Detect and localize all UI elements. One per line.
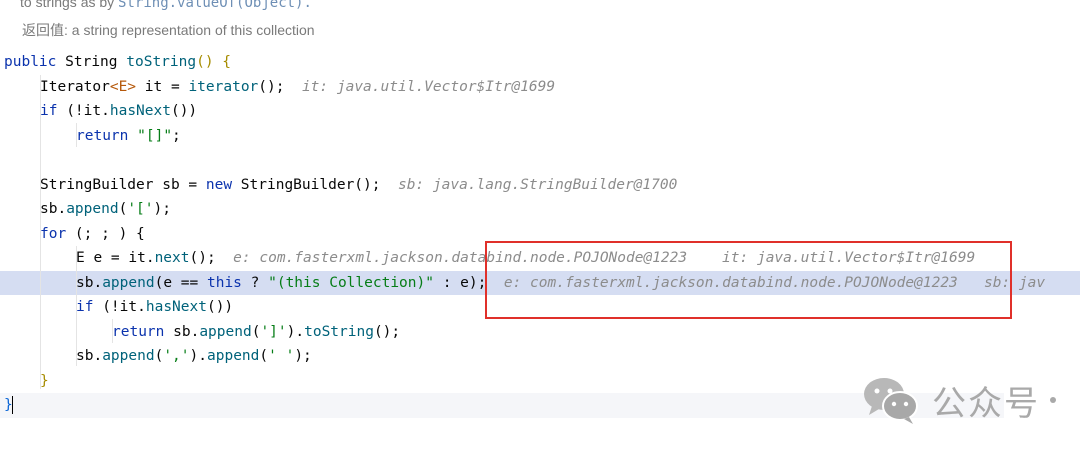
code-token: ()) xyxy=(170,103,198,119)
code-token: (; ; ) { xyxy=(66,225,145,242)
code-token: ? xyxy=(241,274,269,291)
kw-return: return xyxy=(76,127,129,144)
kw-this: this xyxy=(206,274,242,291)
code-token: sb. xyxy=(76,348,103,364)
code-line[interactable]: } xyxy=(0,393,1004,418)
highlight-annotation-box xyxy=(485,241,1012,319)
code-token: (); xyxy=(373,323,401,340)
code-token: (e == xyxy=(154,274,207,291)
code-token: E e = it. xyxy=(76,250,155,266)
code-token: (); xyxy=(354,176,381,193)
code-token: (!it. xyxy=(57,103,110,119)
code-token: (); xyxy=(258,78,285,95)
code-line[interactable]: return "[]"; xyxy=(0,124,1080,149)
kw-public: public xyxy=(4,54,57,70)
char-literal: '[' xyxy=(127,201,154,217)
code-token: ); xyxy=(294,348,312,364)
method-name: toString xyxy=(126,54,197,70)
javadoc-code-ref: String.valueOf(Object). xyxy=(118,0,312,11)
call-next: next xyxy=(154,250,190,266)
debug-value-hint: sb: java.lang.StringBuilder@1700 xyxy=(397,176,678,193)
kw-for: for xyxy=(40,225,67,242)
code-line[interactable]: sb.append('['); xyxy=(0,197,1080,222)
code-token: StringBuilder sb = xyxy=(40,176,206,193)
code-token: StringBuilder xyxy=(232,176,355,193)
closing-brace: } xyxy=(40,372,49,389)
code-token: sb. xyxy=(76,274,103,291)
kw-return: return xyxy=(112,323,165,340)
javadoc-text: to strings as by xyxy=(20,0,119,10)
char-literal: ',' xyxy=(163,348,190,364)
call-tostring: toString xyxy=(304,323,374,340)
call-append: append xyxy=(102,348,155,364)
javadoc-return: 返回值: a string representation of this col… xyxy=(22,22,315,38)
code-line[interactable]: sb.append(',').append(' '); xyxy=(0,344,1080,369)
code-token: ( xyxy=(259,348,269,364)
indent-guide xyxy=(112,319,113,343)
call-append: append xyxy=(199,323,252,340)
javadoc-line: to strings as by String.valueOf(Object). xyxy=(20,0,312,11)
debug-value-hint: it: java.util.Vector$Itr@1699 xyxy=(301,78,556,95)
watermark: 公众号 xyxy=(862,374,1080,426)
kw-new: new xyxy=(205,176,233,193)
watermark-text: 公众号 xyxy=(932,383,1040,424)
string-literal: "(this Collection)" xyxy=(268,274,434,291)
call-append: append xyxy=(66,201,119,217)
watermark-dot xyxy=(1050,397,1056,403)
wechat-icon xyxy=(864,378,918,424)
code-token: : e); xyxy=(433,274,487,291)
generic-param: <E> xyxy=(109,78,137,95)
code-line[interactable]: return sb.append(']').toString(); xyxy=(0,320,1080,345)
code-token: (); xyxy=(189,250,216,266)
code-token: Iterator xyxy=(40,78,110,95)
indent-guide xyxy=(76,123,77,147)
code-line[interactable]: StringBuilder sb = new StringBuilder(); … xyxy=(0,173,1080,198)
code-token: it = xyxy=(136,78,189,95)
code-token: ()) xyxy=(206,299,234,315)
code-token: sb. xyxy=(40,201,67,217)
code-token: (!it. xyxy=(93,299,146,315)
code-line-empty[interactable] xyxy=(0,148,1080,173)
call-hasnext: hasNext xyxy=(145,299,207,315)
char-literal: ']' xyxy=(260,323,287,340)
kw-if: if xyxy=(76,299,94,315)
type-name: String xyxy=(65,54,118,70)
call-append: append xyxy=(207,348,260,364)
code-editor[interactable]: public String toString() { Iterator<E> i… xyxy=(0,50,1080,418)
code-token: ); xyxy=(153,201,171,217)
code-token: ). xyxy=(286,323,305,340)
call-iterator: iterator xyxy=(188,78,259,95)
code-token: ; xyxy=(172,127,181,144)
kw-if: if xyxy=(40,103,58,119)
char-literal: ' ' xyxy=(268,348,295,364)
indent-guide xyxy=(76,246,77,366)
code-line[interactable]: public String toString() { xyxy=(0,50,1080,75)
code-token: ). xyxy=(189,348,207,364)
code-line[interactable]: Iterator<E> it = iterator(); it: java.ut… xyxy=(0,75,1080,100)
indent-guide xyxy=(40,75,41,389)
text-caret xyxy=(11,396,14,414)
call-append: append xyxy=(102,274,155,291)
code-token: sb. xyxy=(164,323,200,340)
call-hasnext: hasNext xyxy=(109,103,171,119)
string-literal: "[]" xyxy=(137,127,173,144)
method-open: () { xyxy=(196,54,232,70)
code-line[interactable]: if (!it.hasNext()) xyxy=(0,99,1080,124)
